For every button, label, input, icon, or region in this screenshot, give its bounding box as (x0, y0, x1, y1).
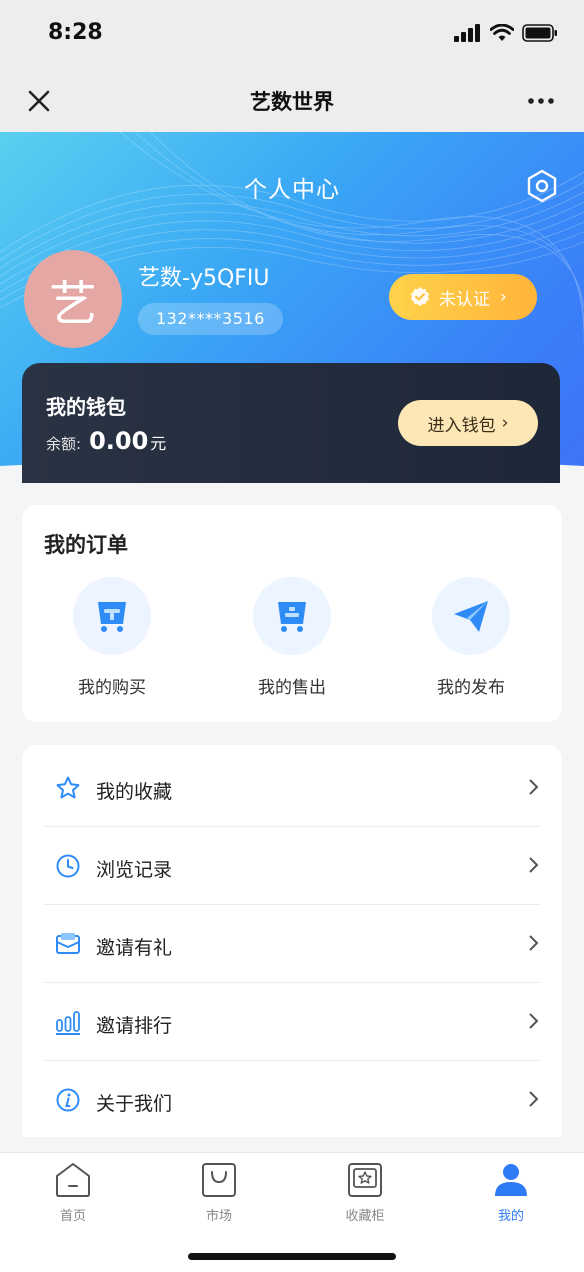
balance-amount: 0.00 (89, 427, 149, 455)
order-published[interactable]: 我的发布 (411, 577, 531, 698)
status-bar: 8:28 (0, 0, 584, 70)
paper-plane-icon (432, 577, 510, 655)
cart-icon (73, 577, 151, 655)
tab-mine[interactable]: 我的 (438, 1161, 584, 1224)
cart-icon (253, 577, 331, 655)
bag-icon (202, 1163, 236, 1197)
menu-list: 我的收藏 浏览记录 邀请有礼 邀请排行 关于我们 (22, 745, 562, 1137)
cabinet-icon (348, 1163, 382, 1197)
chevron-right-icon: › (500, 287, 507, 307)
battery-icon (522, 24, 557, 42)
bar-chart-icon (56, 1011, 80, 1035)
verify-button[interactable]: 未认证 › (389, 274, 537, 320)
menu-item-favorites[interactable]: 我的收藏 (22, 749, 562, 827)
chevron-right-icon (529, 857, 539, 873)
status-icons (454, 24, 558, 42)
order-purchases[interactable]: 我的购买 (52, 577, 172, 698)
settings-icon[interactable] (524, 168, 560, 204)
tab-label: 收藏柜 (345, 1209, 385, 1224)
wifi-icon (490, 24, 514, 41)
orders-title: 我的订单 (44, 533, 128, 557)
enter-wallet-button[interactable]: 进入钱包 › (398, 400, 538, 446)
chevron-right-icon (529, 779, 539, 795)
tab-label: 首页 (59, 1209, 86, 1224)
clock-icon (56, 854, 80, 878)
wallet-title: 我的钱包 (46, 395, 126, 419)
tab-collection[interactable]: 收藏柜 (292, 1161, 438, 1224)
chevron-right-icon (529, 1013, 539, 1029)
order-label: 我的售出 (258, 678, 326, 698)
home-indicator (188, 1253, 396, 1260)
verify-label: 未认证 (439, 289, 490, 310)
balance-unit: 元 (150, 434, 167, 453)
page-title: 个人中心 (244, 177, 340, 203)
wallet-balance: 余额: 0.00 元 (46, 427, 166, 455)
home-icon (56, 1163, 90, 1197)
menu-item-label: 我的收藏 (96, 781, 173, 803)
chevron-right-icon (529, 935, 539, 951)
avatar[interactable]: 艺 (24, 250, 122, 348)
signal-icon (454, 24, 480, 42)
status-time: 8:28 (48, 20, 103, 45)
menu-item-label: 邀请有礼 (96, 937, 173, 959)
menu-item-about[interactable]: 关于我们 (22, 1061, 562, 1137)
order-label: 我的发布 (437, 678, 505, 698)
user-name: 艺数-y5QFIU (138, 266, 270, 291)
wallet-card[interactable]: 我的钱包 余额: 0.00 元 进入钱包 › (22, 363, 560, 483)
order-sales[interactable]: 我的售出 (232, 577, 352, 698)
menu-item-invite-gift[interactable]: 邀请有礼 (22, 905, 562, 983)
tab-label: 市场 (205, 1209, 232, 1224)
user-phone: 132****3516 (138, 303, 283, 335)
menu-item-label: 浏览记录 (96, 859, 173, 881)
star-icon (56, 776, 80, 799)
nav-title: 艺数世界 (250, 90, 334, 114)
more-icon[interactable] (526, 88, 556, 114)
enter-wallet-label: 进入钱包 (427, 415, 496, 436)
user-icon (495, 1164, 527, 1196)
menu-item-label: 关于我们 (96, 1093, 173, 1115)
tab-market[interactable]: 市场 (146, 1161, 292, 1224)
envelope-icon (56, 933, 80, 954)
orders-card: 我的订单 我的购买 我的售出 我的发布 (22, 505, 562, 722)
order-label: 我的购买 (78, 678, 146, 698)
tab-home[interactable]: 首页 (0, 1161, 146, 1224)
chevron-right-icon: › (501, 413, 509, 433)
menu-item-label: 邀请排行 (96, 1015, 173, 1037)
balance-label: 余额: (46, 435, 82, 453)
chevron-right-icon (529, 1091, 539, 1107)
verified-badge-icon (410, 287, 430, 307)
tab-label: 我的 (497, 1209, 524, 1224)
menu-item-invite-ranking[interactable]: 邀请排行 (22, 983, 562, 1061)
nav-bar: 艺数世界 (0, 70, 584, 132)
info-icon (56, 1088, 80, 1112)
menu-item-history[interactable]: 浏览记录 (22, 827, 562, 905)
